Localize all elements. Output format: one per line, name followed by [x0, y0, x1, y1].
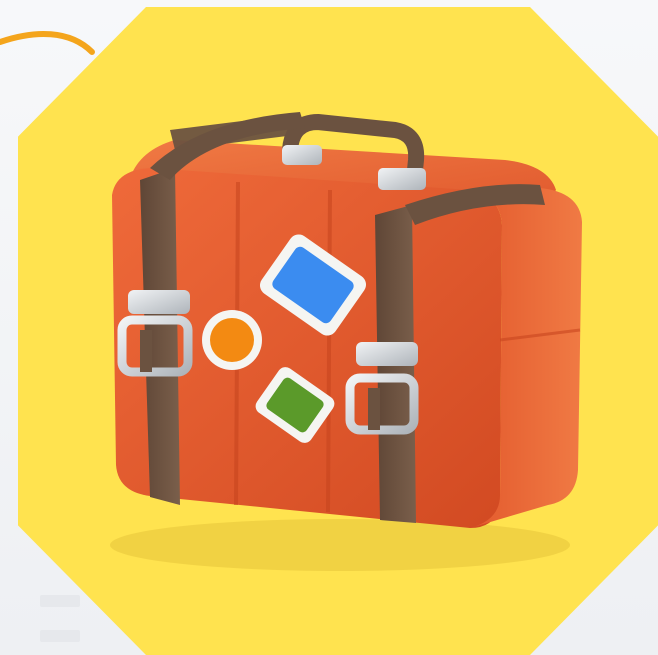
suitcase-shadow: [110, 519, 570, 571]
handle-clip-left: [282, 145, 322, 165]
suitcase-icon: [110, 112, 582, 571]
orange-sticker: [202, 310, 262, 370]
left-buckle-top: [128, 290, 190, 314]
right-buckle-top: [356, 342, 418, 366]
handle-clip-right: [378, 168, 426, 190]
